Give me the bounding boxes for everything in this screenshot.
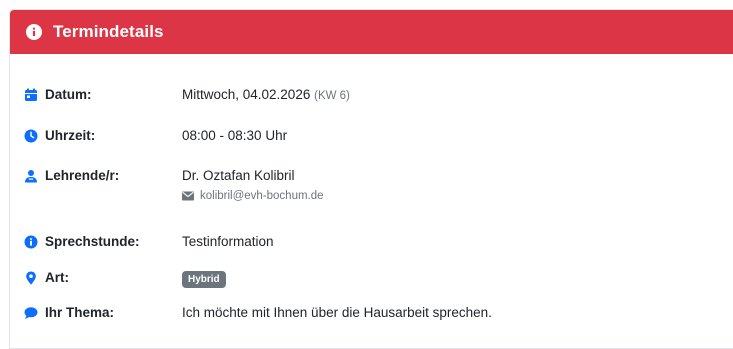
sprechstunde-label: Sprechstunde: [45, 234, 140, 249]
format-badge: Hybrid [182, 271, 226, 288]
lehrende-label: Lehrende/r: [45, 168, 120, 183]
clock-icon [24, 129, 38, 142]
appointment-details-card: Termindetails Datum: Mittwoch, 04.02.202… [9, 9, 733, 349]
uhrzeit-label: Uhrzeit: [45, 128, 96, 143]
lecturer-name: Dr. Oztafan Kolibril [182, 168, 295, 183]
sprechstunde-label-group: Sprechstunde: [24, 234, 182, 249]
datum-label-group: Datum: [24, 87, 182, 102]
thema-value: Ich möchte mit Ihnen über die Hausarbeit… [182, 305, 492, 320]
art-label-group: Art: [24, 270, 182, 285]
lehrende-value-group: Dr. Oztafan Kolibril kolibril@evh-bochum… [182, 168, 324, 202]
envelope-icon [182, 191, 194, 201]
lehrende-label-group: Lehrende/r: [24, 168, 182, 183]
calendar-week: (KW 6) [314, 90, 350, 102]
art-value: Hybrid [182, 270, 226, 288]
info-circle-icon [26, 24, 42, 40]
art-label: Art: [45, 270, 69, 285]
user-icon [25, 169, 37, 182]
calendar-icon [25, 88, 37, 101]
lecturer-email[interactable]: kolibril@evh-bochum.de [200, 190, 324, 202]
detail-row-thema: Ihr Thema: Ich möchte mit Ihnen über die… [24, 305, 492, 320]
thema-label-group: Ihr Thema: [24, 305, 182, 320]
datum-label: Datum: [45, 87, 92, 102]
map-marker-icon [26, 271, 36, 284]
detail-row-sprechstunde: Sprechstunde: Testinformation [24, 234, 274, 249]
sprechstunde-value: Testinformation [182, 234, 274, 249]
uhrzeit-label-group: Uhrzeit: [24, 128, 182, 143]
detail-row-uhrzeit: Uhrzeit: 08:00 - 08:30 Uhr [24, 128, 287, 143]
lecturer-email-line: kolibril@evh-bochum.de [182, 190, 324, 202]
card-title: Termindetails [53, 22, 164, 41]
detail-row-datum: Datum: Mittwoch, 04.02.2026 (KW 6) [24, 87, 350, 102]
thema-label: Ihr Thema: [45, 305, 115, 320]
card-header: Termindetails [10, 10, 733, 54]
detail-row-lehrende: Lehrende/r: Dr. Oztafan Kolibril kolibri… [24, 168, 324, 202]
uhrzeit-value: 08:00 - 08:30 Uhr [182, 128, 288, 143]
detail-row-art: Art: Hybrid [24, 270, 226, 288]
comment-icon [24, 306, 38, 319]
datum-value-group: Mittwoch, 04.02.2026 (KW 6) [182, 87, 350, 102]
datum-value: Mittwoch, 04.02.2026 [182, 87, 311, 102]
info-circle-icon [24, 235, 38, 248]
